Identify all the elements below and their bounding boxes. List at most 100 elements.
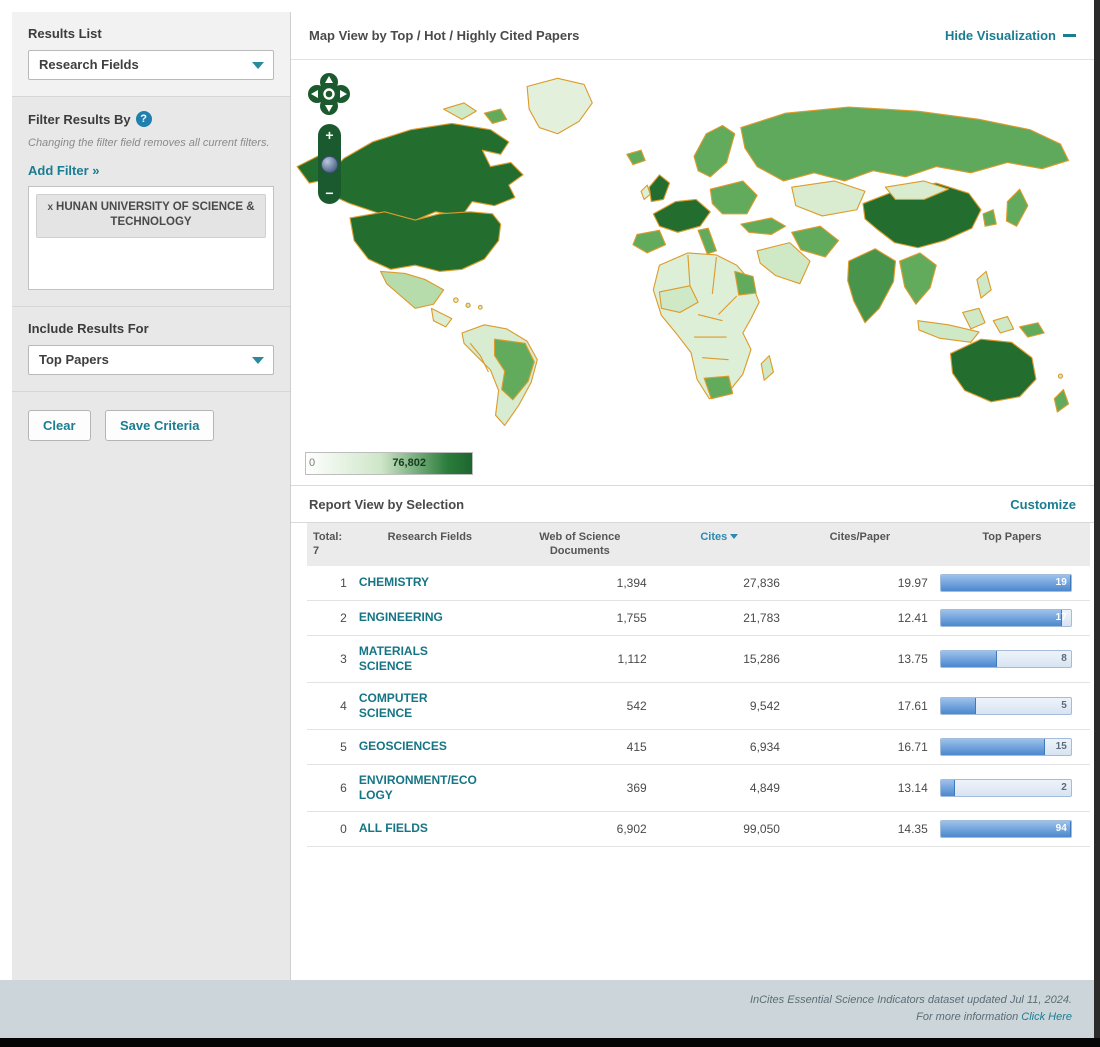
map-region-oceania[interactable]: [949, 338, 1070, 413]
customize-link[interactable]: Customize: [1010, 497, 1076, 512]
table-row: 2 ENGINEERING 1,755 21,783 12.41 17: [307, 600, 1090, 636]
zoom-in-button[interactable]: +: [325, 128, 333, 142]
map-region-south-america[interactable]: [461, 324, 538, 427]
top-papers-value: 15: [1055, 740, 1067, 752]
map-region-europe[interactable]: [626, 124, 758, 255]
documents-value: 415: [506, 729, 653, 765]
cites-per-paper-value: 13.14: [785, 764, 934, 812]
click-here-link[interactable]: Click Here: [1021, 1011, 1072, 1023]
cites-value: 4,849: [652, 764, 786, 812]
collapse-minus-icon: [1063, 34, 1076, 37]
top-papers-value: 19: [1055, 576, 1067, 588]
cites-per-paper-value: 17.61: [785, 682, 934, 730]
report-title: Report View by Selection: [309, 496, 465, 512]
include-results-dropdown[interactable]: Top Papers: [28, 344, 274, 375]
zoom-out-button[interactable]: −: [325, 186, 333, 200]
cites-per-paper-value: 19.97: [785, 565, 934, 601]
more-information-text: For more information Click Here: [916, 1010, 1072, 1023]
cites-per-paper-value: 13.75: [785, 635, 934, 683]
legend-min-value: 0: [309, 457, 316, 469]
map-region-africa[interactable]: [652, 252, 774, 400]
include-results-section: Include Results For Top Papers: [12, 307, 290, 392]
top-papers-bar: 8: [939, 649, 1072, 668]
cites-value: 21,783: [652, 600, 786, 636]
row-rank: 3: [307, 635, 353, 683]
map-region-asia[interactable]: [847, 180, 1045, 343]
cites-per-paper-value: 12.41: [785, 600, 934, 636]
window-edge-bottom: [0, 1038, 1100, 1047]
results-list-dropdown[interactable]: Research Fields: [28, 50, 274, 80]
app-window: Results List Research Fields Filter Resu…: [0, 0, 1100, 1047]
column-header-cites[interactable]: Cites: [652, 523, 786, 566]
map-region-middle-east[interactable]: [740, 217, 840, 285]
column-header-research-fields[interactable]: Research Fields: [352, 523, 507, 566]
active-filter-chip[interactable]: x HUNAN UNIVERSITY OF SCIENCE & TECHNOLOG…: [36, 193, 266, 238]
hide-visualization-link[interactable]: Hide Visualization: [945, 28, 1076, 43]
row-rank: 0: [307, 811, 353, 847]
top-papers-bar: 5: [939, 696, 1072, 715]
cites-value: 9,542: [652, 682, 786, 730]
map-legend: 0 76,802: [305, 452, 473, 475]
top-papers-bar: 2: [939, 778, 1072, 797]
cites-per-paper-value: 14.35: [785, 811, 934, 847]
documents-value: 369: [506, 764, 653, 812]
table-row: 4 COMPUTER SCIENCE 542 9,542 17.61 5: [307, 682, 1090, 730]
field-link[interactable]: MATERIALS SCIENCE: [359, 644, 477, 674]
cites-value: 6,934: [652, 729, 786, 765]
row-rank: 6: [307, 764, 353, 812]
add-filter-link[interactable]: Add Filter »: [28, 163, 100, 178]
documents-value: 1,394: [506, 565, 653, 601]
map-visualization: + − 0 76,802: [291, 60, 1094, 485]
field-link[interactable]: ENVIRONMENT/ECOLOGY: [359, 773, 477, 803]
row-rank: 1: [307, 565, 353, 601]
remove-filter-icon[interactable]: x: [47, 202, 53, 213]
map-zoom-control[interactable]: + −: [318, 124, 341, 204]
top-papers-bar: 15: [939, 737, 1072, 756]
main-panel: Map View by Top / Hot / Highly Cited Pap…: [290, 12, 1094, 980]
filter-results-section: Filter Results By? Changing the filter f…: [12, 97, 290, 307]
table-row: 3 MATERIALS SCIENCE 1,112 15,286 13.75 8: [307, 635, 1090, 683]
window-edge-right: [1094, 0, 1100, 1047]
world-map[interactable]: [291, 68, 1095, 446]
top-papers-value: 17: [1055, 611, 1067, 623]
filters-sidebar: Results List Research Fields Filter Resu…: [12, 12, 290, 980]
column-header-documents[interactable]: Web of Science Documents: [506, 523, 653, 566]
table-row: 1 CHEMISTRY 1,394 27,836 19.97 19: [307, 565, 1090, 601]
table-row: 5 GEOSCIENCES 415 6,934 16.71 15: [307, 729, 1090, 765]
field-link[interactable]: GEOSCIENCES: [359, 739, 447, 754]
documents-value: 1,755: [506, 600, 653, 636]
top-papers-bar: 17: [939, 608, 1072, 627]
cites-value: 27,836: [652, 565, 786, 601]
globe-icon[interactable]: [321, 155, 338, 173]
map-title: Map View by Top / Hot / Highly Cited Pap…: [309, 28, 580, 43]
row-rank: 4: [307, 682, 353, 730]
field-link[interactable]: CHEMISTRY: [359, 575, 429, 590]
clear-button[interactable]: Clear: [28, 409, 91, 441]
legend-max-value: 76,802: [392, 457, 426, 469]
results-list-label: Results List: [28, 26, 102, 41]
row-rank: 2: [307, 600, 353, 636]
sort-desc-icon: [730, 534, 739, 539]
cites-value: 99,050: [652, 811, 786, 847]
report-header: Report View by Selection Customize: [291, 485, 1094, 523]
help-icon[interactable]: ?: [135, 111, 152, 127]
table-row: 6 ENVIRONMENT/ECOLOGY 369 4,849 13.14 2: [307, 764, 1090, 812]
field-link[interactable]: COMPUTER SCIENCE: [359, 691, 477, 721]
report-table: Total: 7 Research Fields Web of Science D…: [307, 523, 1090, 847]
map-pan-control[interactable]: [307, 72, 351, 116]
documents-value: 1,112: [506, 635, 653, 683]
table-header-row: Total: 7 Research Fields Web of Science D…: [307, 523, 1090, 566]
top-papers-value: 2: [1061, 781, 1067, 793]
table-row: 0 ALL FIELDS 6,902 99,050 14.35 94: [307, 811, 1090, 847]
column-header-cites-per-paper[interactable]: Cites/Paper: [785, 523, 934, 566]
column-header-top-papers[interactable]: Top Papers: [933, 523, 1090, 566]
chevron-down-icon: [252, 62, 264, 69]
top-papers-bar: 94: [939, 819, 1072, 838]
chevron-down-icon: [252, 356, 264, 364]
sidebar-actions: Clear Save Criteria: [12, 392, 290, 459]
field-link[interactable]: ALL FIELDS: [359, 821, 428, 836]
documents-value: 542: [506, 682, 653, 730]
save-criteria-button[interactable]: Save Criteria: [104, 409, 215, 441]
field-link[interactable]: ENGINEERING: [359, 610, 443, 625]
filter-results-label: Filter Results By?: [28, 111, 274, 127]
